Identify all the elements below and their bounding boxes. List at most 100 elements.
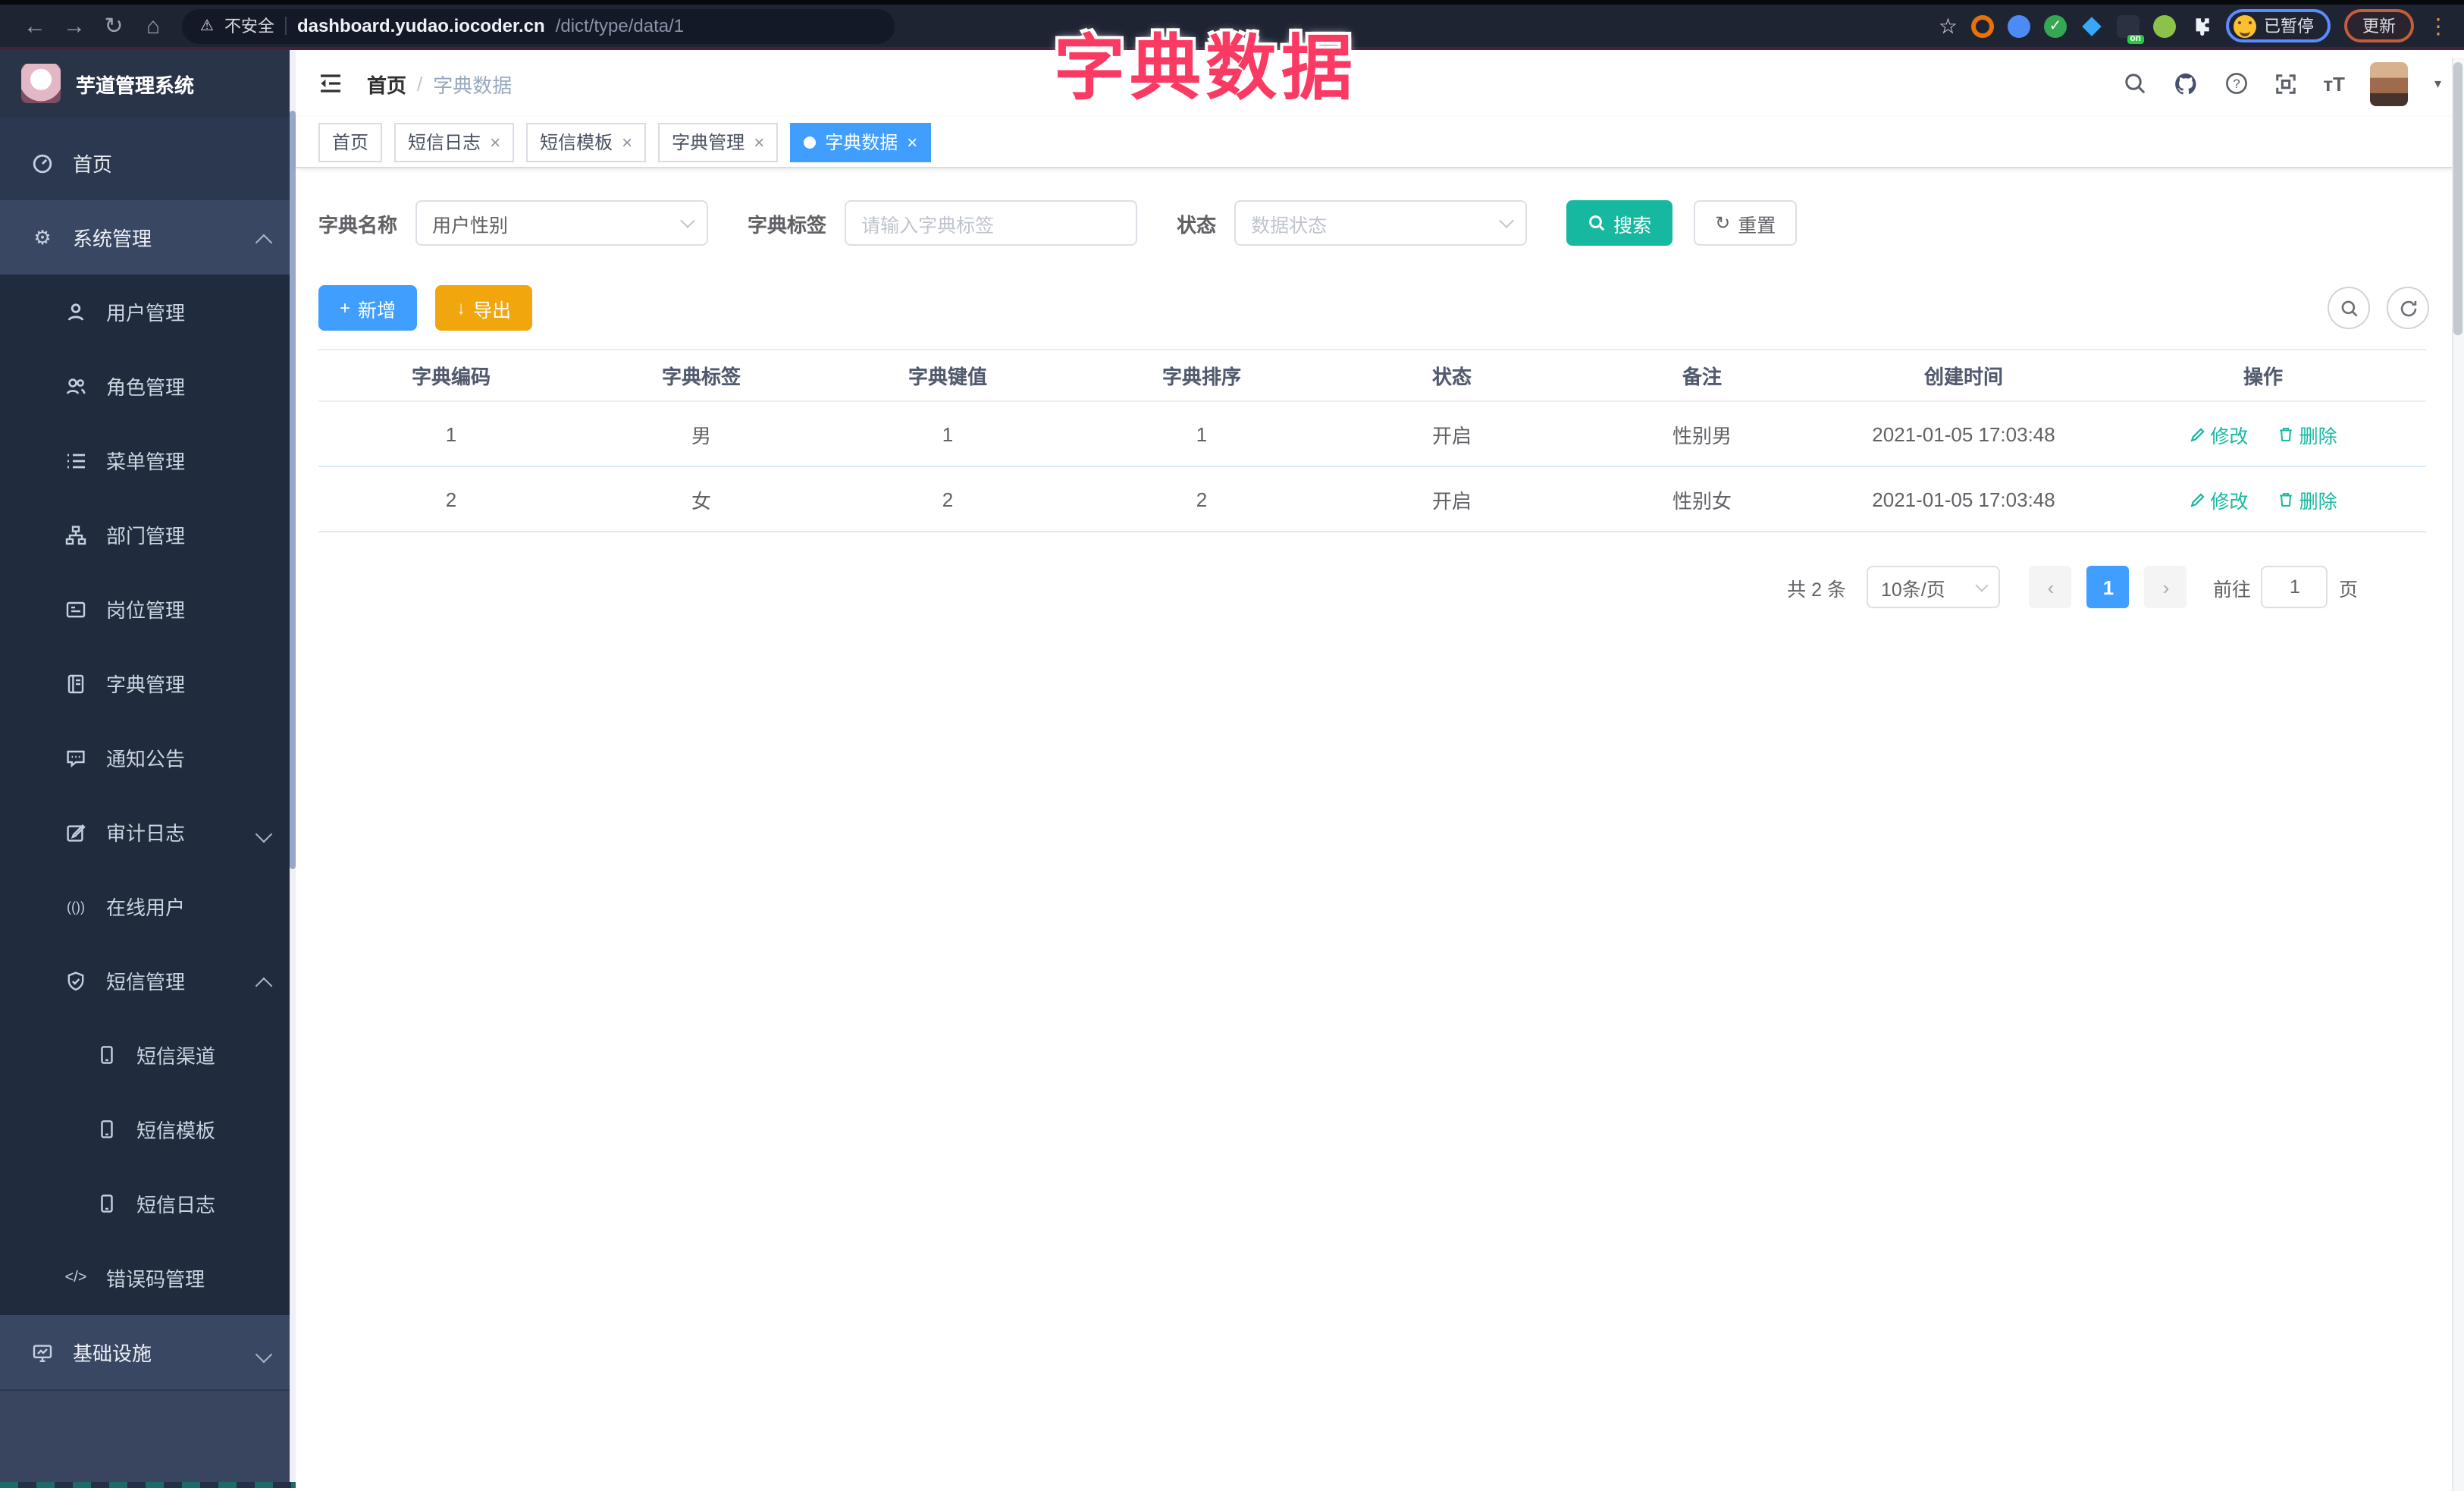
extension-blue-icon[interactable] [2008,14,2030,37]
current-page-button[interactable]: 1 [2086,566,2130,608]
avatar-caret-icon[interactable]: ▾ [2434,75,2441,92]
tab-sms-log[interactable]: 短信日志 × [394,122,515,162]
menu-list-icon [64,450,88,471]
sidebar-menu: 首页 ⚙ 系统管理 用户管理 角色管理 菜单管理 部门管理 岗位管理 字典管理 … [0,117,296,1389]
dict-data-table: 字典编码 字典标签 字典键值 字典排序 状态 备注 创建时间 操作 1 男 1 … [318,349,2426,532]
sidebar-item-users[interactable]: 用户管理 [0,275,296,349]
delete-link[interactable]: 删除 [2278,485,2337,513]
users-group-icon [64,375,88,397]
user-avatar[interactable] [2370,61,2409,105]
navbar-actions: ? тT ▾ [2123,61,2441,105]
sidebar-item-departments[interactable]: 部门管理 [0,498,296,572]
tab-sms-template[interactable]: 短信模板 × [526,122,647,162]
status-select[interactable]: 数据状态 [1234,200,1528,246]
sidebar-item-online-users[interactable]: (()) 在线用户 [0,869,296,943]
address-bar[interactable]: ⚠ 不安全 dashboard.yudao.iocoder.cn/dict/ty… [182,8,895,43]
page-size-select[interactable]: 10条/页 [1867,566,2001,608]
extension-on-icon[interactable]: on [2117,14,2144,43]
svg-text:?: ? [2234,77,2240,91]
sidebar-item-menus[interactable]: 菜单管理 [0,423,296,498]
dashboard-icon [30,152,55,174]
phone-icon [94,1119,118,1139]
help-icon[interactable]: ? [2224,71,2249,96]
sidebar-item-sms[interactable]: 短信管理 [0,943,296,1018]
dictionary-book-icon [64,673,88,694]
breadcrumb-home[interactable]: 首页 [367,69,406,98]
url-path: /dict/type/data/1 [555,15,685,36]
audit-log-icon [64,821,88,843]
extension-green-icon[interactable] [2153,14,2176,37]
sidebar-item-notices[interactable]: 通知公告 [0,720,296,795]
extension-orange-icon[interactable] [1971,14,1994,37]
browser-menu-icon[interactable]: ⋮ [2428,13,2449,39]
sidebar-scrollbar-thumb[interactable] [290,111,296,869]
browser-reload-icon[interactable]: ↻ [94,12,133,39]
chevron-up-icon [258,974,271,987]
dict-label-input[interactable]: 请输入字典标签 [845,200,1138,246]
refresh-table-button[interactable] [2387,287,2429,329]
edit-link[interactable]: 修改 [2189,485,2248,513]
toggle-search-button[interactable] [2328,287,2370,329]
next-page-button[interactable]: › [2144,566,2187,608]
sidebar-item-dict[interactable]: 字典管理 [0,646,296,720]
window-scrollbar-thumb[interactable] [2453,62,2462,335]
logo-image [21,64,61,103]
add-button[interactable]: + 新增 [318,285,418,331]
insecure-label[interactable]: 不安全 [224,14,274,38]
font-size-icon[interactable]: тT [2323,72,2345,95]
chevron-down-icon [258,1345,271,1359]
browser-update-button[interactable]: 更新 [2344,9,2414,42]
sidebar-item-infrastructure[interactable]: 基础设施 [0,1315,296,1389]
video-progress-strip [0,1482,296,1488]
browser-back-icon[interactable]: ← [15,13,55,39]
profile-paused-pill[interactable]: 已暂停 [2226,9,2331,42]
close-icon[interactable]: × [490,131,500,152]
sidebar-item-sms-log[interactable]: 短信日志 [0,1166,296,1241]
sidebar-item-sms-channel[interactable]: 短信渠道 [0,1018,296,1092]
browser-home-icon[interactable]: ⌂ [133,13,173,39]
prev-page-button[interactable]: ‹ [2029,566,2072,608]
sidebar-scrollbar[interactable] [290,50,296,1488]
extension-check-icon[interactable]: ✓ [2044,14,2067,37]
delete-link[interactable]: 删除 [2278,419,2337,448]
sidebar-item-home[interactable]: 首页 [0,126,296,200]
sidebar-item-posts[interactable]: 岗位管理 [0,572,296,646]
col-remark: 备注 [1577,349,1827,402]
sidebar-item-system[interactable]: ⚙ 系统管理 [0,200,296,275]
edit-link[interactable]: 修改 [2189,419,2248,448]
sidebar-item-audit-log[interactable]: 审计日志 [0,795,296,869]
tab-dict-manage[interactable]: 字典管理 × [658,122,779,162]
breadcrumb: 首页 / 字典数据 [367,69,512,98]
sidebar-item-roles[interactable]: 角色管理 [0,349,296,423]
close-icon[interactable]: × [622,131,632,152]
screen: ← → ↻ ⌂ ⚠ 不安全 dashboard.yudao.iocoder.cn… [0,0,2464,1491]
header-search-icon[interactable] [2123,71,2147,96]
sidebar-item-sms-template[interactable]: 短信模板 [0,1092,296,1166]
close-icon[interactable]: × [907,131,917,152]
sidebar-fold-icon[interactable] [318,71,343,96]
fullscreen-icon[interactable] [2274,72,2297,95]
close-icon[interactable]: × [754,131,764,152]
chevron-down-icon [1976,579,1989,592]
breadcrumb-current: 字典数据 [433,74,513,96]
goto-page-input[interactable]: 1 [2261,566,2328,608]
goto-label: 前往 [2212,579,2251,600]
tab-dict-data[interactable]: 字典数据 × [790,122,932,162]
table-header-row: 字典编码 字典标签 字典键值 字典排序 状态 备注 创建时间 操作 [318,349,2426,402]
sidebar-logo[interactable]: 芋道管理系统 [0,50,296,117]
extensions-puzzle-icon[interactable] [2190,14,2212,37]
page-content: 字典名称 用户性别 字典标签 请输入字典标签 状态 数据状态 搜索 ↻ 重置 +… [296,168,2464,1488]
extension-diamond-icon[interactable] [2080,14,2103,37]
bookmark-star-icon[interactable]: ☆ [1939,13,1958,39]
dict-name-select[interactable]: 用户性别 [415,200,709,246]
browser-forward-icon[interactable]: → [55,13,94,39]
tab-home[interactable]: 首页 [318,122,383,162]
col-dict-label: 字典标签 [584,349,819,402]
sidebar-item-error-codes[interactable]: </> 错误码管理 [0,1241,296,1315]
shield-check-icon [64,970,88,991]
search-button[interactable]: 搜索 [1566,200,1673,246]
reset-button[interactable]: ↻ 重置 [1694,200,1798,246]
github-icon[interactable] [2173,71,2199,96]
window-scrollbar[interactable] [2452,58,2464,1491]
export-button[interactable]: ↓ 导出 [435,285,533,331]
